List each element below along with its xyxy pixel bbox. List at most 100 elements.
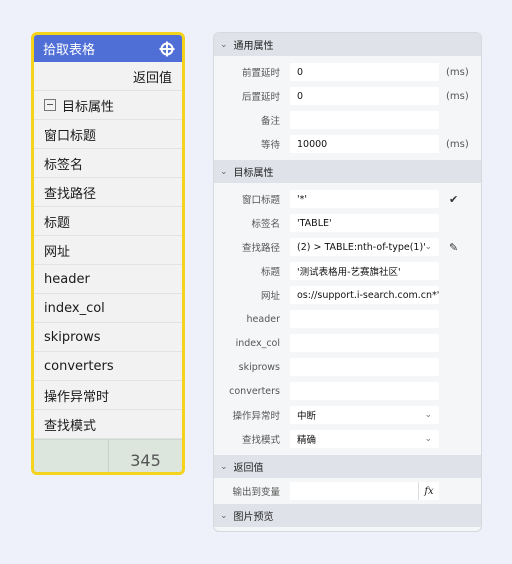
prop-on-error: 操作异常时 中断 ⌄ [214, 403, 481, 427]
chevron-down-icon: ⌄ [220, 166, 228, 177]
prop-label: 标签名 [251, 219, 280, 230]
unit-label: (ms) [446, 66, 469, 78]
section-title: 目标属性 [233, 168, 274, 179]
section-target-header[interactable]: ⌄ 目标属性 [214, 160, 481, 183]
prop-label: 等待 [260, 140, 280, 151]
prop-note: 备注 [214, 108, 481, 132]
fx-function-icon[interactable]: fx [418, 482, 439, 500]
prop-label: index_col [235, 337, 280, 349]
card-preview-image: 345 [34, 439, 182, 472]
prop-label: 查找模式 [241, 435, 280, 446]
prop-window-title: 窗口标题 '*' ✔ [214, 187, 481, 211]
output-variable-input[interactable] [290, 482, 418, 500]
prop-label: 备注 [260, 116, 280, 127]
prop-header: header [214, 307, 481, 331]
chevron-down-icon[interactable]: ⌄ [424, 434, 432, 444]
card-row-tag-name: 标签名 [34, 149, 182, 178]
card-row-skiprows: skiprows [34, 323, 182, 352]
card-row-label: 查找路径 [44, 186, 97, 202]
chevron-down-icon[interactable]: ⌄ [424, 242, 432, 252]
card-header: 拾取表格 [34, 35, 182, 62]
card-row-label: 标题 [44, 215, 71, 231]
collapse-icon[interactable] [44, 99, 56, 111]
card-row-index-col: index_col [34, 294, 182, 323]
find-mode-select[interactable]: 精确 ⌄ [290, 430, 439, 448]
card-row-window-title: 窗口标题 [34, 120, 182, 149]
prop-converters: converters [214, 379, 481, 403]
card-row-header: header [34, 265, 182, 294]
card-title: 拾取表格 [43, 43, 96, 58]
find-mode-value: 精确 [297, 435, 317, 446]
prop-pre-delay: 前置延时 0 (ms) [214, 60, 481, 84]
card-group-label: 目标属性 [62, 99, 115, 115]
preview-cell-value: 345 [130, 450, 161, 470]
skiprows-input[interactable] [290, 358, 439, 376]
prop-post-delay: 后置延时 0 (ms) [214, 84, 481, 108]
card-row-label: converters [44, 358, 114, 374]
crosshair-target-icon[interactable] [159, 41, 175, 57]
section-title: 通用属性 [233, 41, 274, 52]
wait-input[interactable]: 10000 [290, 135, 439, 153]
chevron-down-icon: ⌄ [220, 510, 228, 521]
pick-table-card[interactable]: 拾取表格 返回值 目标属性 窗口标题 标签名 查找路径 标题 网址 header… [31, 32, 185, 475]
card-row-converters: converters [34, 352, 182, 381]
card-row-find-path: 查找路径 [34, 178, 182, 207]
chevron-down-icon: ⌄ [220, 461, 228, 472]
preview-cell [34, 440, 109, 472]
on-error-select[interactable]: 中断 ⌄ [290, 406, 439, 424]
properties-panel: ⌄ 通用属性 前置延时 0 (ms) 后置延时 0 (ms) 备注 等待 100… [213, 32, 482, 532]
prop-label: converters [229, 385, 280, 397]
card-row-title: 标题 [34, 207, 182, 236]
converters-input[interactable] [290, 382, 439, 400]
prop-label: 查找路径 [241, 243, 280, 254]
card-return-label: 返回值 [132, 70, 172, 86]
card-group-target[interactable]: 目标属性 [34, 91, 182, 120]
pre-delay-input[interactable]: 0 [290, 63, 439, 81]
prop-label: 网址 [260, 291, 280, 302]
find-path-value: (2) > TABLE:nth-of-type(1)' [297, 241, 426, 253]
prop-find-mode: 查找模式 精确 ⌄ [214, 427, 481, 451]
chevron-down-icon[interactable]: ⌄ [424, 410, 432, 420]
section-title: 返回值 [233, 463, 264, 474]
prop-label: header [246, 313, 280, 325]
prop-label: 后置延时 [241, 92, 280, 103]
card-row-label: 窗口标题 [44, 128, 97, 144]
prop-tag-name: 标签名 'TABLE' [214, 211, 481, 235]
section-return-header[interactable]: ⌄ 返回值 [214, 455, 481, 478]
find-path-select[interactable]: (2) > TABLE:nth-of-type(1)' ⌄ [290, 238, 439, 256]
prop-index-col: index_col [214, 331, 481, 355]
prop-label: 窗口标题 [241, 195, 280, 206]
post-delay-input[interactable]: 0 [290, 87, 439, 105]
unit-label: (ms) [446, 90, 469, 102]
card-row-label: 查找模式 [44, 418, 97, 434]
section-general-header[interactable]: ⌄ 通用属性 [214, 33, 481, 56]
prop-url: 网址 os://support.i-search.com.cn*' [214, 283, 481, 307]
index-col-input[interactable] [290, 334, 439, 352]
on-error-value: 中断 [297, 411, 317, 422]
title-input[interactable]: '测试表格用-艺赛旗社区' [290, 262, 439, 280]
prop-label: 标题 [260, 267, 280, 278]
card-row-label: 网址 [44, 244, 71, 260]
card-row-label: 标签名 [44, 157, 84, 173]
prop-wait: 等待 10000 (ms) [214, 132, 481, 156]
note-input[interactable] [290, 111, 439, 129]
url-input[interactable]: os://support.i-search.com.cn*' [290, 286, 439, 304]
card-return-row: 返回值 [34, 62, 182, 91]
prop-label: 前置延时 [241, 68, 280, 79]
card-row-label: header [44, 271, 90, 287]
chevron-down-icon: ⌄ [220, 39, 228, 50]
section-preview-header[interactable]: ⌄ 图片预览 [214, 504, 481, 527]
pencil-edit-icon[interactable]: ✎ [449, 241, 458, 254]
card-row-on-error: 操作异常时 [34, 381, 182, 410]
window-title-input[interactable]: '*' [290, 190, 439, 208]
section-title: 图片预览 [233, 512, 274, 523]
header-input[interactable] [290, 310, 439, 328]
prop-title: 标题 '测试表格用-艺赛旗社区' [214, 259, 481, 283]
tag-name-input[interactable]: 'TABLE' [290, 214, 439, 232]
prop-label: 输出到变量 [232, 487, 280, 498]
checkmark-icon[interactable]: ✔ [449, 193, 458, 206]
card-row-url: 网址 [34, 236, 182, 265]
card-row-label: 操作异常时 [44, 389, 110, 405]
unit-label: (ms) [446, 138, 469, 150]
card-row-find-mode: 查找模式 [34, 410, 182, 439]
